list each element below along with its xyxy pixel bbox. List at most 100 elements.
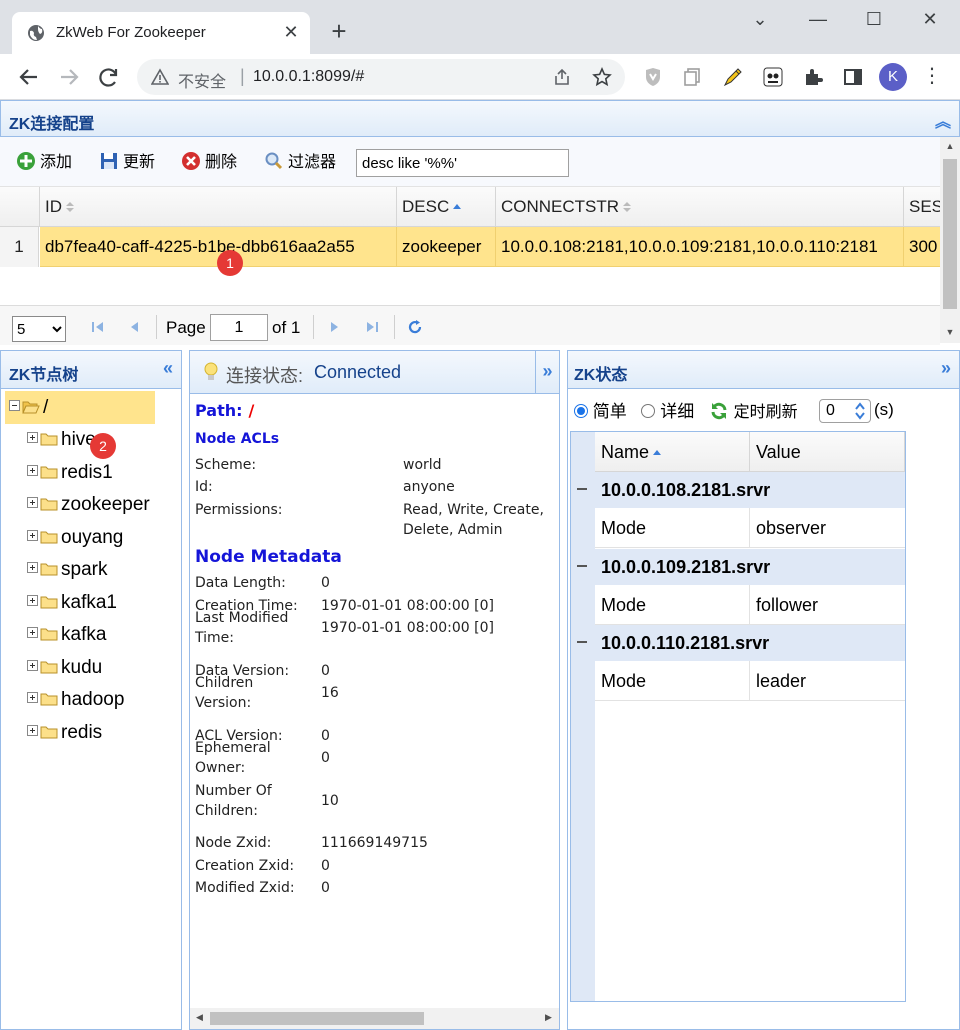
- tree-node[interactable]: hive: [27, 425, 96, 455]
- scroll-up-icon[interactable]: ▲: [944, 141, 956, 151]
- expand-right-icon[interactable]: »: [941, 358, 951, 379]
- cell-desc[interactable]: zookeeper: [397, 227, 496, 267]
- property-row[interactable]: Mode follower: [595, 584, 905, 625]
- scrollbar-thumb[interactable]: [943, 159, 957, 309]
- vertical-scrollbar[interactable]: ▲ ▼: [940, 137, 960, 343]
- back-icon[interactable]: [15, 63, 43, 91]
- copy-extension-icon[interactable]: [682, 66, 704, 88]
- profile-avatar[interactable]: K: [879, 63, 907, 91]
- filter-button[interactable]: 过滤器: [264, 151, 336, 175]
- property-value: leader: [756, 671, 807, 691]
- tree-root-node[interactable]: /: [5, 391, 155, 424]
- panda-extension-icon[interactable]: [762, 66, 784, 88]
- expand-node-icon[interactable]: [27, 724, 38, 736]
- collapse-group-icon[interactable]: [577, 488, 587, 490]
- scrollbar-thumb[interactable]: [210, 1012, 424, 1025]
- tree-node[interactable]: hadoop: [27, 685, 124, 715]
- new-tab-button[interactable]: +: [326, 18, 352, 45]
- page-number-input[interactable]: [210, 314, 268, 341]
- property-row[interactable]: Mode observer: [595, 508, 905, 548]
- expand-node-icon[interactable]: [27, 432, 38, 443]
- first-page-icon[interactable]: [90, 319, 106, 335]
- url-text[interactable]: 10.0.0.1:8099/#: [253, 68, 364, 86]
- tree-node[interactable]: kafka1: [27, 588, 117, 618]
- tree-node[interactable]: ouyang: [27, 523, 123, 553]
- address-bar[interactable]: 不安全 | 10.0.0.1:8099/#: [137, 59, 625, 95]
- browser-menu-icon[interactable]: ⋮: [920, 65, 944, 89]
- simple-label[interactable]: 简单: [593, 402, 627, 421]
- property-row[interactable]: Mode leader: [595, 661, 905, 701]
- bookmark-star-icon[interactable]: [592, 67, 612, 87]
- folder-icon: [40, 661, 58, 673]
- tree-node[interactable]: spark: [27, 555, 107, 585]
- cell-connectstr[interactable]: 10.0.0.108:2181,10.0.0.109:2181,10.0.0.1…: [496, 227, 904, 267]
- forward-icon[interactable]: [55, 63, 83, 91]
- browser-tab[interactable]: ZkWeb For Zookeeper ✕: [12, 12, 310, 54]
- column-header-id[interactable]: ID: [40, 187, 397, 227]
- expand-right-icon[interactable]: »: [535, 351, 559, 393]
- metadata-value: 16: [321, 685, 339, 701]
- expand-node-icon[interactable]: [27, 529, 38, 541]
- expand-node-icon[interactable]: [27, 464, 38, 476]
- spinner-arrows-icon[interactable]: [854, 401, 866, 421]
- side-panel-icon[interactable]: [842, 66, 864, 88]
- tree-node[interactable]: redis: [27, 718, 102, 748]
- scroll-left-icon[interactable]: ◀: [196, 1012, 203, 1023]
- minimize-button[interactable]: —: [804, 8, 832, 32]
- collapse-up-icon[interactable]: ︽: [935, 108, 951, 132]
- column-header-name[interactable]: Name: [595, 432, 750, 472]
- share-icon[interactable]: [552, 67, 572, 87]
- refresh-interval-spinner[interactable]: 0: [819, 399, 871, 423]
- collapse-node-icon[interactable]: [9, 400, 20, 411]
- server-group-header[interactable]: 10.0.0.110.2181.srvr: [571, 625, 905, 661]
- expand-node-icon[interactable]: [27, 594, 38, 606]
- expand-node-icon[interactable]: [27, 562, 38, 573]
- delete-button[interactable]: 删除: [181, 151, 237, 175]
- server-group-header[interactable]: 10.0.0.109.2181.srvr: [571, 548, 905, 585]
- last-page-icon[interactable]: [364, 319, 380, 335]
- warning-icon[interactable]: [151, 68, 169, 86]
- refresh-icon[interactable]: [407, 319, 423, 335]
- server-group-header[interactable]: 10.0.0.108.2181.srvr: [571, 472, 905, 508]
- tree-node[interactable]: zookeeper: [27, 490, 150, 520]
- detail-radio[interactable]: [641, 404, 656, 418]
- tree-node[interactable]: kudu: [27, 653, 102, 683]
- maximize-button[interactable]: ☐: [860, 8, 888, 32]
- reload-icon[interactable]: [95, 63, 123, 91]
- expand-node-icon[interactable]: [27, 692, 38, 703]
- column-header-session[interactable]: SES: [904, 187, 940, 227]
- collapse-group-icon[interactable]: [577, 641, 587, 643]
- column-header-desc[interactable]: DESC: [397, 187, 496, 227]
- scroll-down-icon[interactable]: ▼: [944, 327, 956, 337]
- tree-node[interactable]: kafka: [27, 620, 106, 650]
- expand-node-icon[interactable]: [27, 497, 38, 508]
- column-header-connectstr[interactable]: CONNECTSTR: [496, 187, 904, 227]
- simple-radio[interactable]: [574, 404, 588, 418]
- horizontal-scrollbar[interactable]: ◀ ▶: [190, 1008, 559, 1029]
- tab-close-icon[interactable]: ✕: [280, 21, 302, 43]
- next-page-icon[interactable]: [327, 319, 343, 335]
- tree-node[interactable]: redis1: [27, 458, 113, 488]
- add-button[interactable]: 添加: [16, 151, 72, 175]
- prev-page-icon[interactable]: [126, 319, 142, 335]
- status-property-grid: Name Value 10.0.0.108.2181.srvr Mode obser…: [570, 431, 906, 1002]
- detail-label[interactable]: 详细: [660, 402, 694, 421]
- collapse-left-icon[interactable]: «: [163, 358, 173, 379]
- tab-search-icon[interactable]: ⌄: [746, 8, 774, 32]
- column-header-value[interactable]: Value: [750, 432, 905, 472]
- scroll-right-icon[interactable]: ▶: [545, 1012, 552, 1023]
- window-close-button[interactable]: ✕: [916, 8, 944, 32]
- cell-session[interactable]: 300: [904, 227, 940, 267]
- update-button[interactable]: 更新: [99, 151, 155, 175]
- auto-refresh-icon[interactable]: [709, 401, 729, 421]
- shield-extension-icon[interactable]: [642, 66, 664, 88]
- filter-input[interactable]: [356, 149, 569, 177]
- expand-node-icon[interactable]: [27, 627, 38, 638]
- table-row[interactable]: db7fea40-caff-4225-b1be-dbb616aa2a55 zoo…: [40, 227, 940, 267]
- extensions-puzzle-icon[interactable]: [802, 66, 824, 88]
- pencil-extension-icon[interactable]: [722, 66, 744, 88]
- insecure-label[interactable]: 不安全: [178, 68, 226, 92]
- expand-node-icon[interactable]: [27, 659, 38, 671]
- collapse-group-icon[interactable]: [577, 564, 587, 567]
- page-size-select[interactable]: 5: [12, 316, 66, 342]
